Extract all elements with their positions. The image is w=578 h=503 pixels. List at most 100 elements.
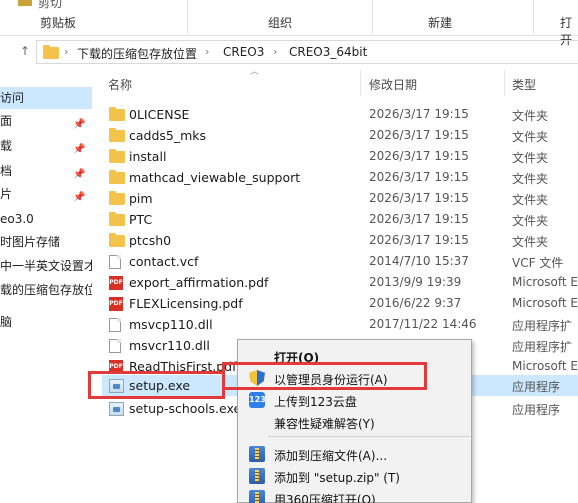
- file-type: 应用程序扩: [512, 319, 573, 333]
- file-name: msvcp110.dll: [129, 317, 213, 332]
- file-type: VCF 文件: [512, 256, 564, 270]
- file-type: Microsoft E: [512, 275, 578, 289]
- chevron-right-icon[interactable]: ›: [64, 45, 68, 58]
- up-arrow-icon[interactable]: ↑: [20, 44, 32, 58]
- nav-item-temp-images[interactable]: 时图片存储: [0, 231, 92, 253]
- nav-item-label: eo3.0: [0, 212, 34, 226]
- menu-item-open-with-360[interactable]: 用360压缩打开(O): [238, 487, 471, 503]
- cut-button[interactable]: 剪切: [38, 0, 62, 11]
- breadcrumb-creo3[interactable]: CREO3: [223, 45, 264, 59]
- pin-icon: 📌: [73, 192, 86, 203]
- nav-item-quick-access[interactable]: 访问: [0, 87, 92, 109]
- nav-item-this-pc[interactable]: 脑: [0, 311, 92, 333]
- nav-item-label: 中一半英文设置才: [0, 259, 92, 273]
- nav-item-desktop[interactable]: 面 📌: [0, 110, 92, 132]
- menu-item-add-to-archive[interactable]: 添加到压缩文件(A)...: [238, 443, 471, 465]
- highlight-box-run-as-admin: [222, 362, 427, 390]
- file-name: install: [129, 149, 167, 164]
- file-date: 2014/7/10 15:37: [369, 254, 469, 268]
- folder-icon: [109, 107, 125, 121]
- ribbon-group-organize: 组织: [268, 16, 293, 30]
- file-row-pim[interactable]: pim 2026/3/17 19:15 文件夹: [102, 188, 578, 209]
- ribbon-divider: [372, 0, 373, 34]
- nav-item-label: 访问: [0, 91, 25, 105]
- nav-item-pictures[interactable]: 片 📌: [0, 183, 92, 205]
- nav-item-download-archive[interactable]: 载的压缩包存放位: [0, 279, 92, 301]
- file-date: 2016/6/22 9:37: [369, 296, 462, 310]
- breadcrumb-downloads[interactable]: 下载的压缩包存放位置: [77, 45, 197, 62]
- file-name: export_affirmation.pdf: [129, 275, 269, 290]
- file-date: 2026/3/17 19:15: [369, 233, 469, 247]
- menu-item-add-to-zip[interactable]: 添加到 "setup.zip" (T): [238, 465, 471, 487]
- folder-icon: [43, 45, 59, 59]
- file-row-mathcad[interactable]: mathcad_viewable_support 2026/3/17 19:15…: [102, 167, 578, 188]
- file-name: setup-schools.exe: [129, 401, 242, 416]
- pdf-file-icon: PDF: [109, 276, 123, 290]
- cut-icon[interactable]: [18, 0, 32, 6]
- file-name: FLEXLicensing.pdf: [129, 296, 243, 311]
- nav-item-label: 脑: [0, 315, 13, 329]
- file-type: 文件夹: [512, 235, 549, 249]
- nav-item-half-english[interactable]: 中一半英文设置才: [0, 255, 92, 277]
- chevron-right-icon[interactable]: ›: [205, 45, 209, 58]
- file-type: 文件夹: [512, 214, 549, 228]
- address-bar[interactable]: › 下载的压缩包存放位置 › CREO3 › CREO3_64bit: [36, 40, 578, 64]
- file-row-cadds5-mks[interactable]: cadds5_mks 2026/3/17 19:15 文件夹: [102, 125, 578, 146]
- file-type: 应用程序: [512, 403, 561, 417]
- nav-item-creo3[interactable]: eo3.0: [0, 208, 92, 230]
- file-row-export-affirmation[interactable]: PDF export_affirmation.pdf 2013/9/9 19:3…: [102, 272, 578, 293]
- archive-icon: [249, 446, 265, 462]
- menu-separator: [268, 436, 470, 437]
- nav-item-label: 档: [0, 164, 13, 178]
- column-divider[interactable]: [504, 70, 505, 96]
- ribbon: 剪切 剪贴板 组织 新建 打开: [0, 0, 578, 47]
- nav-item-downloads[interactable]: 载 📌: [0, 135, 92, 157]
- file-type: 应用程序: [512, 380, 561, 394]
- file-date: 2026/3/17 19:15: [369, 149, 469, 163]
- ribbon-group-new: 新建: [428, 16, 453, 30]
- file-type: Microsoft E: [512, 296, 578, 310]
- ribbon-divider: [533, 0, 534, 34]
- file-row-ptc[interactable]: PTC 2026/3/17 19:15 文件夹: [102, 209, 578, 230]
- folder-icon: [109, 149, 125, 163]
- nav-item-label: 载: [0, 139, 13, 153]
- file-row-flexlicensing[interactable]: PDF FLEXLicensing.pdf 2016/6/22 9:37 Mic…: [102, 293, 578, 314]
- menu-item-compat-troubleshoot[interactable]: 兼容性疑难解答(Y): [238, 411, 471, 433]
- file-row-contact-vcf[interactable]: contact.vcf 2014/7/10 15:37 VCF 文件: [102, 251, 578, 272]
- file-type: 文件夹: [512, 130, 549, 144]
- dll-file-icon: [109, 339, 121, 353]
- address-bar-row: ↑ › 下载的压缩包存放位置 › CREO3 › CREO3_64bit: [0, 36, 578, 66]
- cloud-123-icon: 123: [249, 392, 266, 408]
- application-icon: [109, 402, 124, 416]
- folder-icon: [109, 128, 125, 142]
- file-name: ptcsh0: [129, 233, 172, 248]
- file-row-0license[interactable]: 0LICENSE 2026/3/17 19:15 文件夹: [102, 104, 578, 125]
- file-date: 2013/9/9 19:39: [369, 275, 462, 289]
- folder-icon: [109, 191, 125, 205]
- column-header-type[interactable]: 类型: [512, 76, 536, 93]
- column-divider[interactable]: [360, 70, 361, 96]
- menu-item-label: 用360压缩打开(O): [274, 493, 376, 503]
- pin-icon: 📌: [73, 144, 86, 155]
- menu-item-upload-123[interactable]: 123 上传到123云盘: [238, 389, 471, 411]
- file-type: 应用程序扩: [512, 340, 573, 354]
- breadcrumb-creo3-64bit[interactable]: CREO3_64bit: [289, 45, 367, 59]
- folder-icon: [109, 233, 125, 247]
- folder-icon: [109, 212, 125, 226]
- file-name: PTC: [129, 212, 153, 227]
- nav-item-label: 片: [0, 187, 13, 201]
- chevron-right-icon[interactable]: ›: [273, 45, 277, 58]
- file-row-ptcsh0[interactable]: ptcsh0 2026/3/17 19:15 文件夹: [102, 230, 578, 251]
- menu-item-label: 添加到压缩文件(A)...: [274, 449, 388, 463]
- file-row-msvcp110[interactable]: msvcp110.dll 2017/11/22 14:46 应用程序扩: [102, 314, 578, 335]
- file-row-install[interactable]: install 2026/3/17 19:15 文件夹: [102, 146, 578, 167]
- nav-item-label: 面: [0, 114, 13, 128]
- sort-indicator-icon: ︿: [250, 67, 260, 77]
- column-header-date[interactable]: 修改日期: [369, 76, 417, 93]
- file-date: 2026/3/17 19:15: [369, 191, 469, 205]
- dll-file-icon: [109, 318, 121, 332]
- column-header-name[interactable]: 名称: [108, 76, 132, 93]
- nav-item-documents[interactable]: 档 📌: [0, 160, 92, 182]
- archive-icon: [249, 490, 265, 503]
- file-type: Microsoft E: [512, 359, 578, 373]
